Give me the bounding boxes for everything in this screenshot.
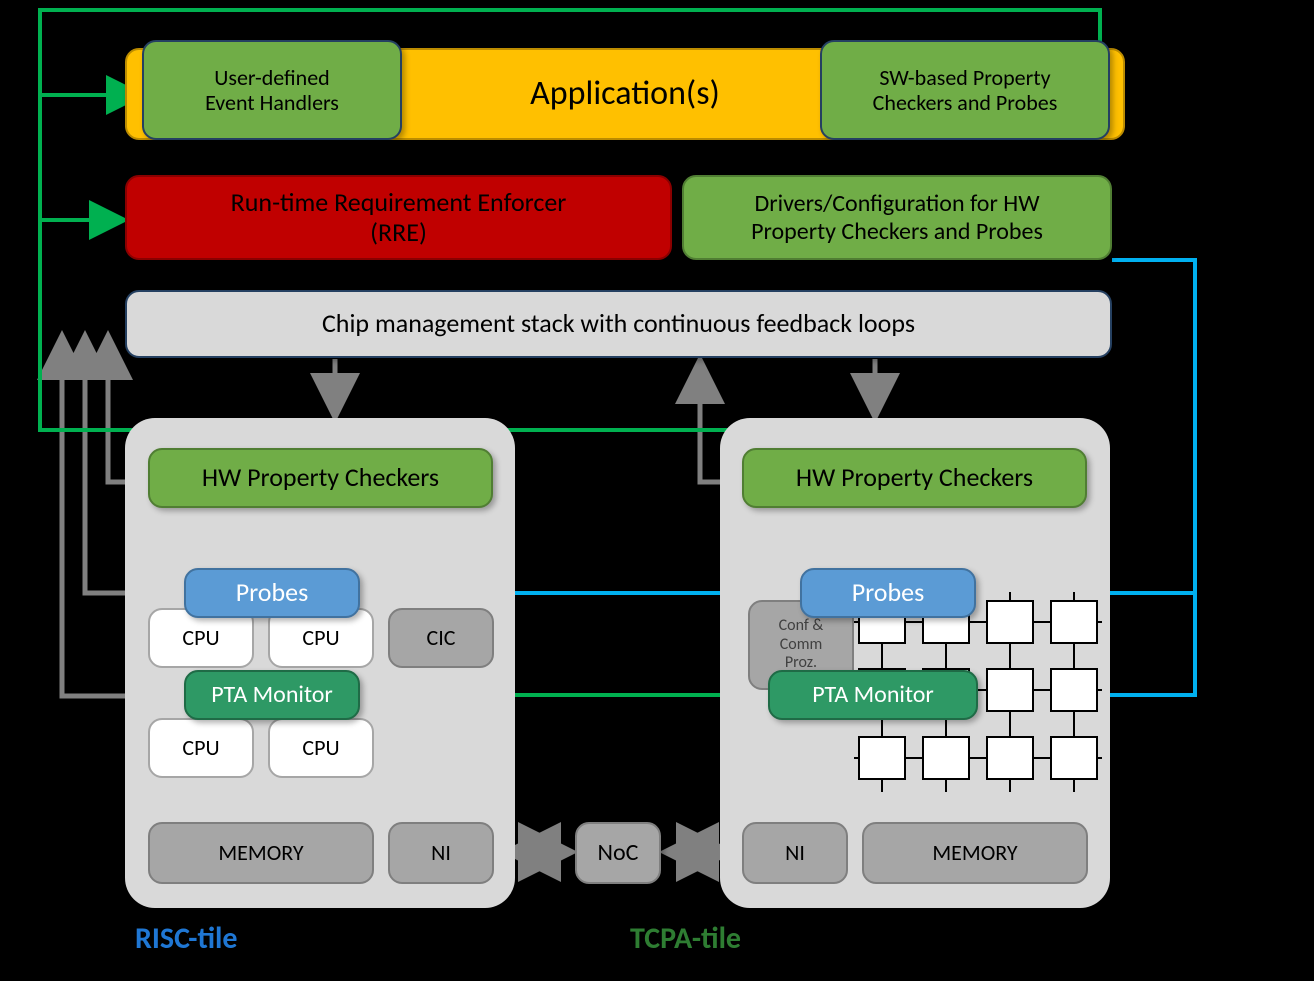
cpu-label: CPU: [182, 735, 219, 760]
ni-left: NI: [388, 822, 494, 884]
pe-cell: [1050, 600, 1098, 644]
cpu-4: CPU: [268, 718, 374, 778]
hw-checkers-left: HW Property Checkers: [148, 448, 493, 508]
memory-right: MEMORY: [862, 822, 1088, 884]
pe-cell: [922, 736, 970, 780]
pe-cell: [986, 600, 1034, 644]
pe-cell: [1050, 668, 1098, 712]
ni-label: NI: [431, 840, 451, 865]
hw-checkers-left-label: HW Property Checkers: [202, 463, 439, 493]
pta-right: PTA Monitor: [768, 670, 978, 720]
pe-cell: [986, 736, 1034, 780]
rre-label: Run-time Requirement Enforcer (RRE): [231, 188, 567, 248]
cpu-label: CPU: [302, 625, 339, 650]
user-handlers-label: User-defined Event Handlers: [205, 65, 339, 116]
rre-card: Run-time Requirement Enforcer (RRE): [125, 175, 672, 260]
chip-stack-card: Chip management stack with continuous fe…: [125, 290, 1112, 358]
probes-left: Probes: [184, 568, 360, 618]
hw-checkers-right-label: HW Property Checkers: [796, 463, 1033, 493]
cic-label: CIC: [426, 625, 455, 650]
noc-label: NoC: [598, 839, 639, 867]
user-handlers-card: User-defined Event Handlers: [142, 40, 402, 140]
ni-right: NI: [742, 822, 848, 884]
cpu-3: CPU: [148, 718, 254, 778]
pe-cell: [858, 736, 906, 780]
pta-left: PTA Monitor: [184, 670, 360, 720]
memory-label: MEMORY: [932, 840, 1017, 865]
cpu-label: CPU: [302, 735, 339, 760]
conf-comm-label: Conf & Comm Proz.: [779, 617, 824, 672]
drivers-label: Drivers/Configuration for HW Property Ch…: [751, 190, 1043, 245]
memory-left: MEMORY: [148, 822, 374, 884]
pe-cell: [986, 668, 1034, 712]
probes-right: Probes: [800, 568, 976, 618]
sw-checkers-label: SW-based Property Checkers and Probes: [873, 65, 1058, 116]
risc-tile-label: RISC-tile: [135, 920, 238, 957]
probes-right-label: Probes: [852, 578, 925, 608]
probes-left-label: Probes: [236, 578, 309, 608]
chip-stack-label: Chip management stack with continuous fe…: [322, 309, 915, 339]
pe-cell: [1050, 736, 1098, 780]
applications-label: Application(s): [530, 74, 720, 113]
ni-label: NI: [785, 840, 805, 865]
tcpa-tile-label: TCPA-tile: [630, 920, 741, 957]
pta-left-label: PTA Monitor: [211, 681, 333, 709]
sw-checkers-card: SW-based Property Checkers and Probes: [820, 40, 1110, 140]
noc-block: NoC: [575, 822, 661, 884]
pta-right-label: PTA Monitor: [812, 681, 934, 709]
memory-label: MEMORY: [218, 840, 303, 865]
cpu-label: CPU: [182, 625, 219, 650]
drivers-card: Drivers/Configuration for HW Property Ch…: [682, 175, 1112, 260]
cic: CIC: [388, 608, 494, 668]
hw-checkers-right: HW Property Checkers: [742, 448, 1087, 508]
